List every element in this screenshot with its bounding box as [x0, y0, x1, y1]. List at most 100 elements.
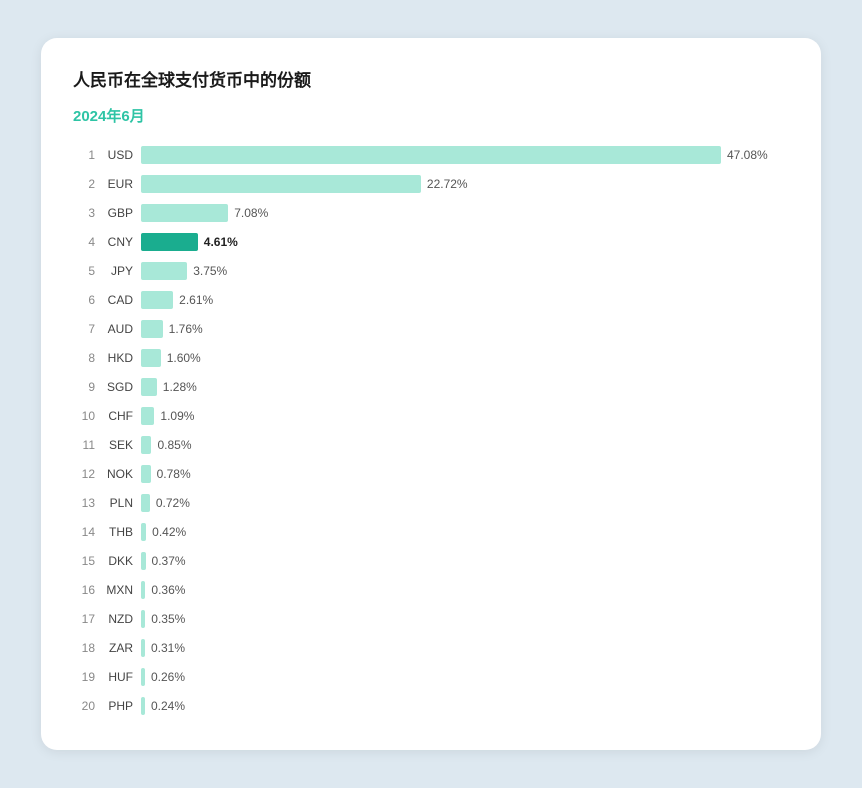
- bar-value-label: 0.31%: [151, 641, 185, 655]
- bar-fill: [141, 262, 187, 280]
- bar-row: 13PLN0.72%: [73, 490, 789, 516]
- bar-wrap: 1.76%: [141, 320, 789, 338]
- bar-fill: [141, 494, 150, 512]
- bar-value-label: 1.60%: [167, 351, 201, 365]
- bar-row: 12NOK 0.78%: [73, 461, 789, 487]
- rank-label: 4: [73, 235, 95, 249]
- currency-label: AUD: [95, 322, 133, 336]
- bar-row: 1USD 47.08%: [73, 142, 789, 168]
- bar-fill: [141, 407, 154, 425]
- bar-wrap: 1.09%: [141, 407, 789, 425]
- bar-row: 4CNY 4.61%: [73, 229, 789, 255]
- currency-label: PHP: [95, 699, 133, 713]
- bar-fill: [141, 581, 145, 599]
- rank-label: 6: [73, 293, 95, 307]
- bar-fill: [141, 610, 145, 628]
- bar-value-label: 47.08%: [727, 148, 768, 162]
- bar-wrap: 22.72%: [141, 175, 789, 193]
- rank-label: 16: [73, 583, 95, 597]
- currency-label: CAD: [95, 293, 133, 307]
- bar-value-label: 0.85%: [157, 438, 191, 452]
- chart-area: 1USD 47.08% 2EUR 22.72% 3GBP 7.08% 4CNY 4.61% 5J…: [73, 142, 789, 719]
- bar-value-label: 0.37%: [152, 554, 186, 568]
- currency-label: EUR: [95, 177, 133, 191]
- currency-label: THB: [95, 525, 133, 539]
- bar-row: 6CAD 2.61%: [73, 287, 789, 313]
- bar-wrap: 0.31%: [141, 639, 789, 657]
- bar-row: 20PHP 0.24%: [73, 693, 789, 719]
- bar-fill: [141, 175, 421, 193]
- currency-label: CHF: [95, 409, 133, 423]
- bar-value-label: 0.35%: [151, 612, 185, 626]
- bar-value-label: 1.76%: [169, 322, 203, 336]
- bar-row: 9SGD1.28%: [73, 374, 789, 400]
- bar-row: 5JPY3.75%: [73, 258, 789, 284]
- currency-label: HKD: [95, 351, 133, 365]
- bar-value-label: 0.36%: [151, 583, 185, 597]
- rank-label: 2: [73, 177, 95, 191]
- currency-label: MXN: [95, 583, 133, 597]
- rank-label: 12: [73, 467, 95, 481]
- bar-row: 3GBP 7.08%: [73, 200, 789, 226]
- bar-value-label: 0.26%: [151, 670, 185, 684]
- bar-fill: [141, 349, 161, 367]
- bar-row: 2EUR 22.72%: [73, 171, 789, 197]
- bar-fill: [141, 204, 228, 222]
- rank-label: 8: [73, 351, 95, 365]
- rank-label: 18: [73, 641, 95, 655]
- chart-card: 人民币在全球支付货币中的份额 2024年6月 1USD47.08%2EUR22.…: [41, 38, 821, 750]
- bar-row: 15DKK0.37%: [73, 548, 789, 574]
- bar-wrap: 2.61%: [141, 291, 789, 309]
- bar-row: 16MXN 0.36%: [73, 577, 789, 603]
- currency-label: DKK: [95, 554, 133, 568]
- currency-label: GBP: [95, 206, 133, 220]
- rank-label: 1: [73, 148, 95, 162]
- bar-fill: [141, 291, 173, 309]
- currency-label: NOK: [95, 467, 133, 481]
- bar-value-label: 0.24%: [151, 699, 185, 713]
- bar-value-label: 4.61%: [204, 235, 238, 249]
- rank-label: 5: [73, 264, 95, 278]
- bar-value-label: 0.42%: [152, 525, 186, 539]
- bar-wrap: 0.78%: [141, 465, 789, 483]
- currency-label: CNY: [95, 235, 133, 249]
- bar-wrap: 47.08%: [141, 146, 789, 164]
- bar-wrap: 0.35%: [141, 610, 789, 628]
- rank-label: 7: [73, 322, 95, 336]
- rank-label: 20: [73, 699, 95, 713]
- bar-value-label: 22.72%: [427, 177, 468, 191]
- bar-value-label: 1.09%: [160, 409, 194, 423]
- bar-value-label: 1.28%: [163, 380, 197, 394]
- currency-label: USD: [95, 148, 133, 162]
- rank-label: 19: [73, 670, 95, 684]
- currency-label: SEK: [95, 438, 133, 452]
- bar-row: 8HKD 1.60%: [73, 345, 789, 371]
- currency-label: HUF: [95, 670, 133, 684]
- bar-fill: [141, 639, 145, 657]
- rank-label: 11: [73, 438, 95, 452]
- rank-label: 10: [73, 409, 95, 423]
- rank-label: 13: [73, 496, 95, 510]
- bar-fill: [141, 465, 151, 483]
- currency-label: PLN: [95, 496, 133, 510]
- bar-row: 11SEK 0.85%: [73, 432, 789, 458]
- bar-row: 19HUF 0.26%: [73, 664, 789, 690]
- bar-fill: [141, 668, 145, 686]
- bar-fill: [141, 233, 198, 251]
- bar-row: 10CHF 1.09%: [73, 403, 789, 429]
- rank-label: 9: [73, 380, 95, 394]
- bar-value-label: 3.75%: [193, 264, 227, 278]
- bar-fill: [141, 378, 157, 396]
- bar-row: 7AUD 1.76%: [73, 316, 789, 342]
- chart-title: 人民币在全球支付货币中的份额: [73, 66, 789, 91]
- rank-label: 3: [73, 206, 95, 220]
- bar-fill: [141, 523, 146, 541]
- bar-fill: [141, 436, 151, 454]
- bar-value-label: 7.08%: [234, 206, 268, 220]
- bar-wrap: 0.37%: [141, 552, 789, 570]
- bar-fill: [141, 146, 721, 164]
- bar-fill: [141, 697, 145, 715]
- bar-row: 18ZAR 0.31%: [73, 635, 789, 661]
- currency-label: ZAR: [95, 641, 133, 655]
- chart-date: 2024年6月: [73, 105, 789, 126]
